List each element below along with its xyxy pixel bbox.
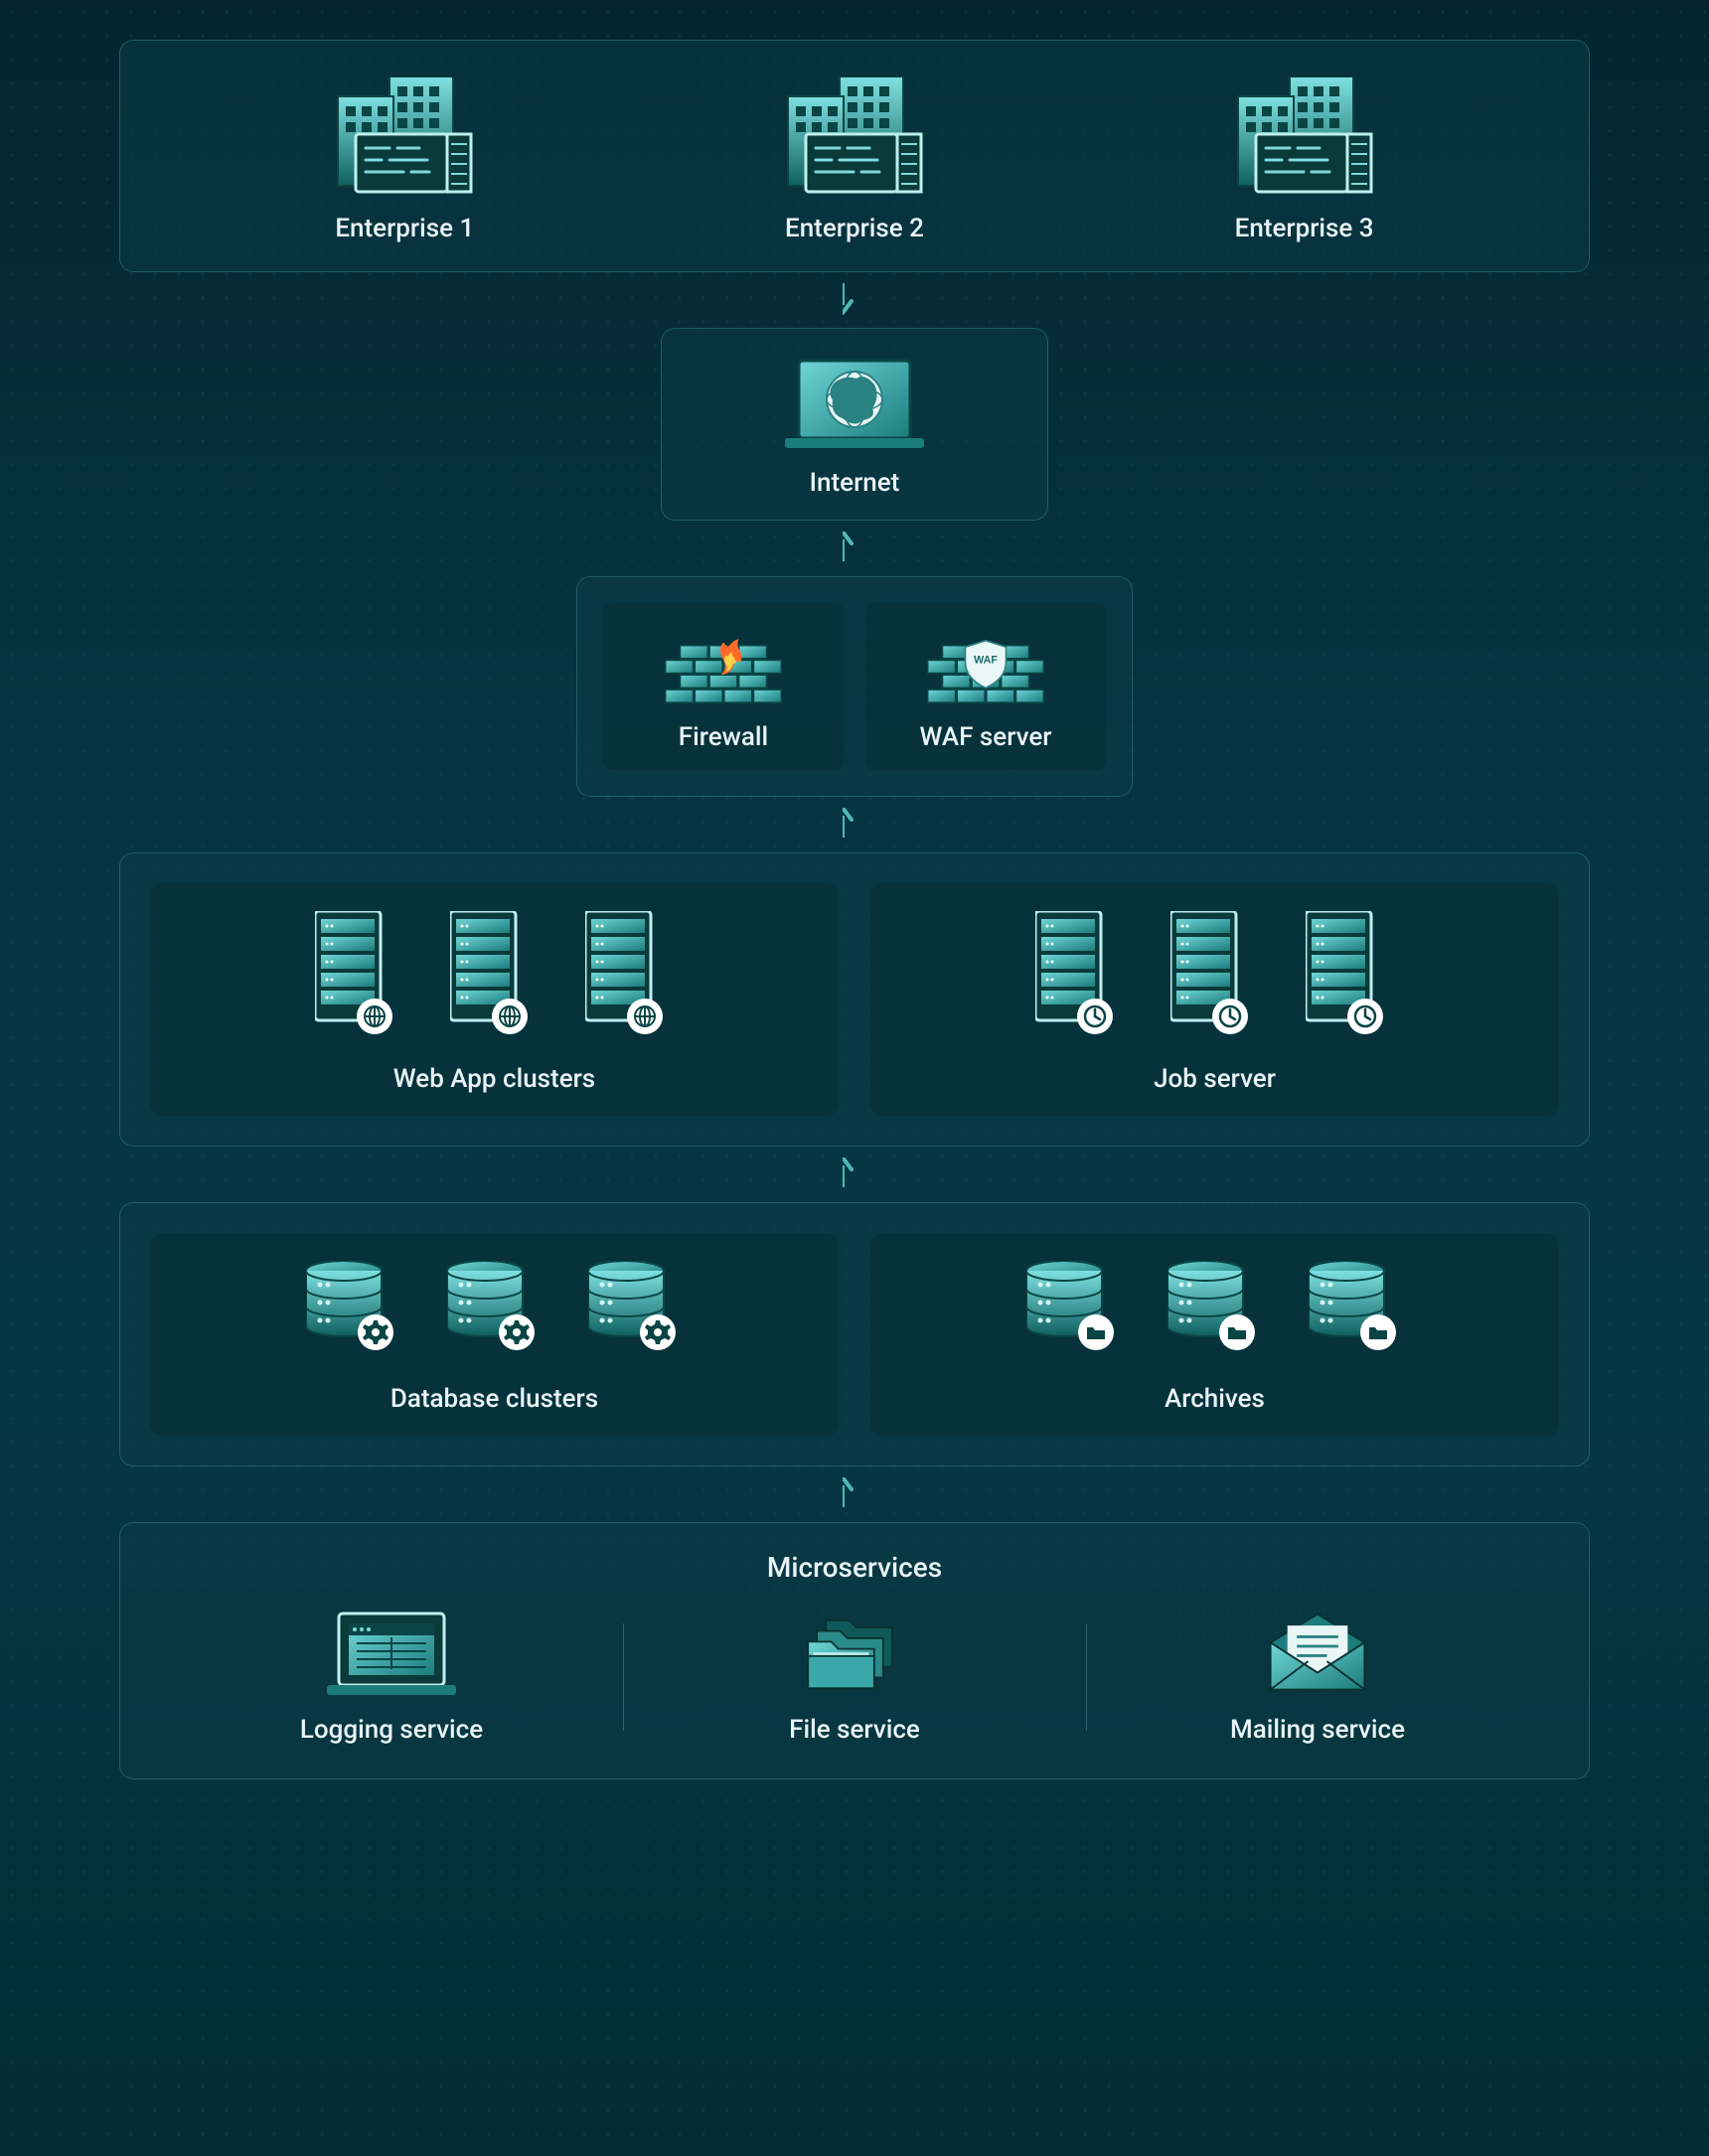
firewall-node: Firewall bbox=[603, 603, 844, 770]
archive-db-icon bbox=[1167, 1261, 1263, 1360]
arrow-up-icon bbox=[843, 1477, 866, 1511]
arrow-down-icon bbox=[843, 283, 866, 317]
logging-service: Logging service bbox=[160, 1610, 623, 1745]
microservices-title: Microservices bbox=[767, 1551, 942, 1584]
arrow-enterprises-to-internet bbox=[843, 272, 866, 328]
firewall-label: Firewall bbox=[679, 722, 768, 752]
file-label: File service bbox=[789, 1715, 920, 1745]
enterprise-3-label: Enterprise 3 bbox=[1235, 214, 1374, 243]
enterprise-1-label: Enterprise 1 bbox=[335, 214, 474, 243]
archives: Archives bbox=[870, 1233, 1559, 1436]
file-service: File service bbox=[623, 1610, 1086, 1745]
web-app-label: Web App clusters bbox=[393, 1064, 595, 1094]
app-tier-panel: Web App clusters Job server bbox=[119, 852, 1590, 1147]
job-server-label: Job server bbox=[1154, 1064, 1276, 1094]
job-server-icon bbox=[1170, 911, 1260, 1040]
arrow-micro-to-db bbox=[843, 1466, 866, 1522]
database-icon bbox=[306, 1261, 401, 1360]
database-icon bbox=[447, 1261, 543, 1360]
waf-shield-icon bbox=[926, 625, 1045, 708]
job-server-icon bbox=[1035, 911, 1125, 1040]
arrow-security-to-internet bbox=[843, 521, 866, 576]
enterprise-2: Enterprise 2 bbox=[770, 77, 939, 243]
file-folders-icon bbox=[800, 1610, 909, 1699]
enterprise-icon bbox=[770, 77, 939, 196]
enterprise-3: Enterprise 3 bbox=[1220, 77, 1389, 243]
job-server-icon bbox=[1306, 911, 1395, 1040]
enterprise-1: Enterprise 1 bbox=[320, 77, 489, 243]
waf-node: WAF server bbox=[865, 603, 1106, 770]
firewall-icon bbox=[664, 625, 783, 708]
architecture-diagram: Enterprise 1 Enterprise 2 Enterprise 3 I… bbox=[0, 0, 1709, 1839]
web-app-clusters: Web App clusters bbox=[150, 883, 839, 1116]
mailing-service: Mailing service bbox=[1086, 1610, 1549, 1745]
enterprise-2-label: Enterprise 2 bbox=[785, 214, 924, 243]
internet-label: Internet bbox=[810, 468, 900, 498]
microservices-panel: Microservices Logging service File servi… bbox=[119, 1522, 1590, 1779]
mail-envelope-icon bbox=[1263, 1610, 1372, 1699]
database-clusters: Database clusters bbox=[150, 1233, 839, 1436]
waf-label: WAF server bbox=[920, 722, 1052, 752]
internet-panel: Internet bbox=[661, 328, 1048, 521]
enterprises-panel: Enterprise 1 Enterprise 2 Enterprise 3 bbox=[119, 40, 1590, 272]
web-server-icon bbox=[315, 911, 404, 1040]
enterprise-icon bbox=[1220, 77, 1389, 196]
mailing-label: Mailing service bbox=[1230, 1715, 1405, 1745]
arrow-db-to-app bbox=[843, 1147, 866, 1202]
db-tier-panel: Database clusters Archives bbox=[119, 1202, 1590, 1466]
arrow-up-icon bbox=[843, 1157, 866, 1191]
web-server-icon bbox=[585, 911, 675, 1040]
database-clusters-label: Database clusters bbox=[390, 1384, 598, 1414]
logging-laptop-icon bbox=[327, 1610, 456, 1699]
database-icon bbox=[588, 1261, 684, 1360]
security-panel: Firewall WAF server bbox=[576, 576, 1133, 797]
arrow-app-to-security bbox=[843, 797, 866, 852]
internet-laptop-globe-icon bbox=[785, 355, 924, 450]
job-server: Job server bbox=[870, 883, 1559, 1116]
archive-db-icon bbox=[1026, 1261, 1122, 1360]
archives-label: Archives bbox=[1165, 1384, 1265, 1414]
web-server-icon bbox=[450, 911, 540, 1040]
enterprise-icon bbox=[320, 77, 489, 196]
logging-label: Logging service bbox=[300, 1715, 483, 1745]
arrow-up-icon bbox=[843, 532, 866, 565]
arrow-up-icon bbox=[843, 808, 866, 842]
archive-db-icon bbox=[1309, 1261, 1404, 1360]
